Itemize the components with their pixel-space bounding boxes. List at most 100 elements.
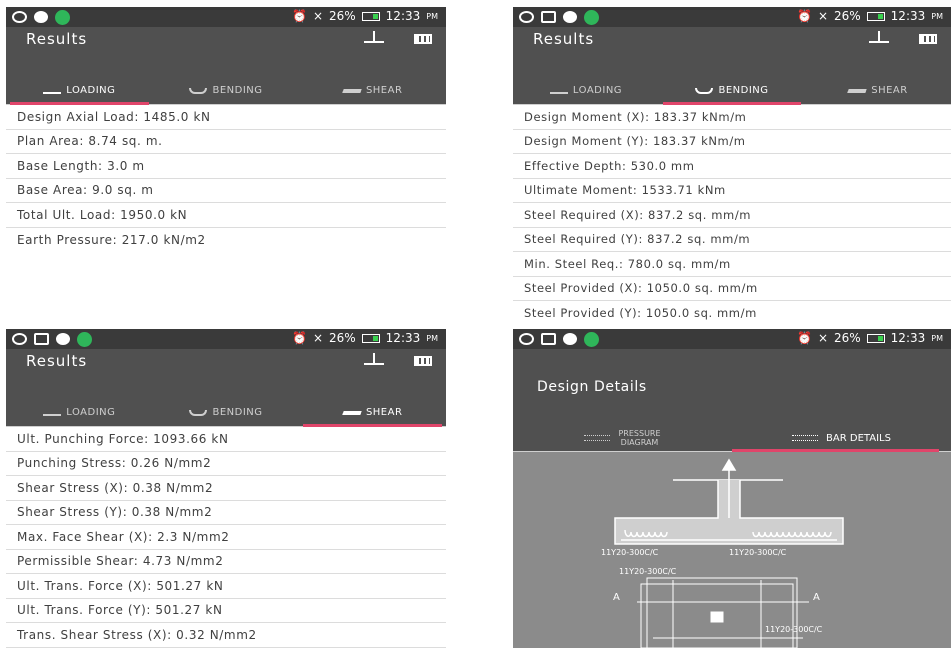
- bar-label-y1: 11Y20-300C/C: [729, 548, 787, 557]
- tab-loading[interactable]: LOADING: [513, 77, 659, 104]
- tab-bar-details-label: BAR DETAILS: [826, 432, 891, 444]
- alarm-icon: ⏰: [796, 9, 812, 23]
- status-bar: ⏰ × 26% 12:33 PM: [6, 329, 446, 349]
- tab-pressure-label-line1: PRESSURE: [618, 429, 661, 438]
- list-item: Total Ult. Load: 1950.0 kN: [6, 203, 446, 228]
- list-item: Ultimate Moment: 1533.71 kNm: [513, 179, 951, 203]
- details-icon[interactable]: [414, 34, 432, 44]
- list-item: Shear Stress (X): 0.38 N/mm2: [6, 476, 446, 501]
- tab-loading[interactable]: LOADING: [6, 399, 153, 426]
- details-icon[interactable]: [919, 34, 937, 44]
- design-tabs: PRESSURE DIAGRAM BAR DETAILS: [513, 425, 951, 452]
- list-item: Punching Stress: 0.26 N/mm2: [6, 452, 446, 476]
- message-icon: [541, 333, 556, 345]
- app-status-icon: [584, 331, 599, 347]
- tab-loading[interactable]: LOADING: [6, 77, 153, 105]
- notification-icon: [563, 11, 577, 23]
- results-screen-loading: ⏰ × 26% 12:33 PM Results LOADING BENDING…: [6, 7, 446, 322]
- tab-shear-label: SHEAR: [365, 85, 403, 96]
- loading-icon: [43, 88, 62, 94]
- clock-ampm: PM: [931, 11, 943, 21]
- section-mark-left: A: [613, 592, 620, 603]
- whatsapp-icon: [519, 11, 534, 23]
- bar-details-icon: [792, 435, 819, 441]
- bar-label-x1: 11Y20-300C/C: [601, 548, 659, 557]
- page-title: Design Details: [537, 379, 647, 395]
- bending-icon: [189, 409, 208, 416]
- tab-loading-label: LOADING: [66, 407, 116, 418]
- tab-pressure-label: PRESSURE DIAGRAM: [618, 429, 660, 447]
- tab-bar-details[interactable]: BAR DETAILS: [732, 425, 951, 452]
- signal-indicator: ×: [817, 9, 828, 23]
- footing-reinforcement-drawing: 11Y20-300C/C 11Y20-300C/C 11Y20-300C/C A…: [601, 458, 844, 648]
- results-screen-shear: ⏰ × 26% 12:33 PM Results LOADING BENDING…: [6, 329, 446, 648]
- clock: 12:33: [890, 9, 926, 23]
- app-bar: Results: [6, 349, 446, 399]
- footing-icon[interactable]: [364, 31, 384, 43]
- tab-bending[interactable]: BENDING: [153, 77, 300, 104]
- alarm-icon: ⏰: [291, 331, 307, 345]
- tab-loading-label: LOADING: [572, 85, 623, 96]
- battery-percent: 26%: [329, 331, 356, 345]
- list-item: Plan Area: 8.74 sq. m.: [6, 130, 446, 154]
- list-item: Trans. Shear Stress (X): 0.32 N/mm2: [6, 623, 446, 648]
- app-status-icon: [77, 331, 92, 347]
- results-tabs: LOADING BENDING SHEAR: [6, 399, 446, 427]
- footing-icon[interactable]: [364, 353, 384, 365]
- tab-loading-label: LOADING: [66, 85, 116, 96]
- details-icon[interactable]: [414, 356, 432, 366]
- tab-shear[interactable]: SHEAR: [805, 77, 951, 104]
- list-item: Design Moment (X): 183.37 kNm/m: [513, 105, 951, 130]
- shear-results-list: Ult. Punching Force: 1093.66 kN Punching…: [6, 427, 446, 648]
- tab-pressure-diagram[interactable]: PRESSURE DIAGRAM: [513, 425, 732, 451]
- list-item: Max. Face Shear (X): 2.3 N/mm2: [6, 525, 446, 550]
- bending-icon: [695, 87, 714, 94]
- alarm-icon: ⏰: [796, 331, 812, 345]
- message-icon: [34, 333, 49, 345]
- pressure-diagram-icon: [584, 435, 611, 441]
- results-screen-bending: ⏰ × 26% 12:33 PM Results LOADING BENDING…: [513, 7, 951, 322]
- alarm-icon: ⏰: [291, 9, 307, 23]
- list-item: Ult. Punching Force: 1093.66 kN: [6, 427, 446, 452]
- app-bar: Results: [6, 27, 446, 77]
- list-item: Effective Depth: 530.0 mm: [513, 154, 951, 179]
- bending-icon: [189, 87, 208, 94]
- signal-indicator: ×: [817, 331, 828, 345]
- tab-pressure-label-line2: DIAGRAM: [620, 438, 659, 447]
- clock: 12:33: [385, 9, 421, 23]
- list-item: Design Axial Load: 1485.0 kN: [6, 105, 446, 130]
- app-bar: Design Details: [513, 349, 951, 425]
- app-status-icon: [584, 9, 599, 25]
- notification-icon: [56, 333, 70, 345]
- tab-bending[interactable]: BENDING: [153, 399, 300, 426]
- tab-shear[interactable]: SHEAR: [299, 77, 446, 104]
- tab-bending-label: BENDING: [212, 85, 263, 96]
- battery-percent: 26%: [329, 9, 356, 23]
- bending-results-list: Design Moment (X): 183.37 kNm/m Design M…: [513, 105, 951, 322]
- section-mark-right: A: [813, 592, 820, 603]
- whatsapp-icon: [519, 333, 534, 345]
- whatsapp-icon: [12, 333, 27, 345]
- page-title: Results: [26, 30, 88, 48]
- tab-bending[interactable]: BENDING: [659, 77, 805, 105]
- clock: 12:33: [890, 331, 926, 345]
- signal-indicator: ×: [312, 9, 323, 23]
- tab-shear-label: SHEAR: [365, 407, 403, 418]
- tab-shear[interactable]: SHEAR: [299, 399, 446, 427]
- design-details-screen: ⏰ × 26% 12:33 PM Design Details PRESSURE…: [513, 329, 951, 648]
- list-item: Ult. Trans. Force (Y): 501.27 kN: [6, 599, 446, 623]
- tab-bending-label: BENDING: [718, 85, 769, 96]
- notification-icon: [34, 11, 48, 23]
- list-item: Steel Provided (X): 1050.0 sq. mm/m: [513, 277, 951, 301]
- footing-section: [614, 458, 844, 545]
- footing-plan: [637, 577, 809, 648]
- battery-percent: 26%: [834, 9, 861, 23]
- page-title: Results: [533, 30, 595, 48]
- page-title: Results: [26, 352, 88, 370]
- list-item: Permissible Shear: 4.73 N/mm2: [6, 550, 446, 574]
- footing-icon[interactable]: [869, 31, 889, 43]
- list-item: Shear Stress (Y): 0.38 N/mm2: [6, 501, 446, 525]
- shear-icon: [847, 88, 867, 93]
- list-item: Ult. Trans. Force (X): 501.27 kN: [6, 574, 446, 599]
- whatsapp-icon: [12, 11, 27, 23]
